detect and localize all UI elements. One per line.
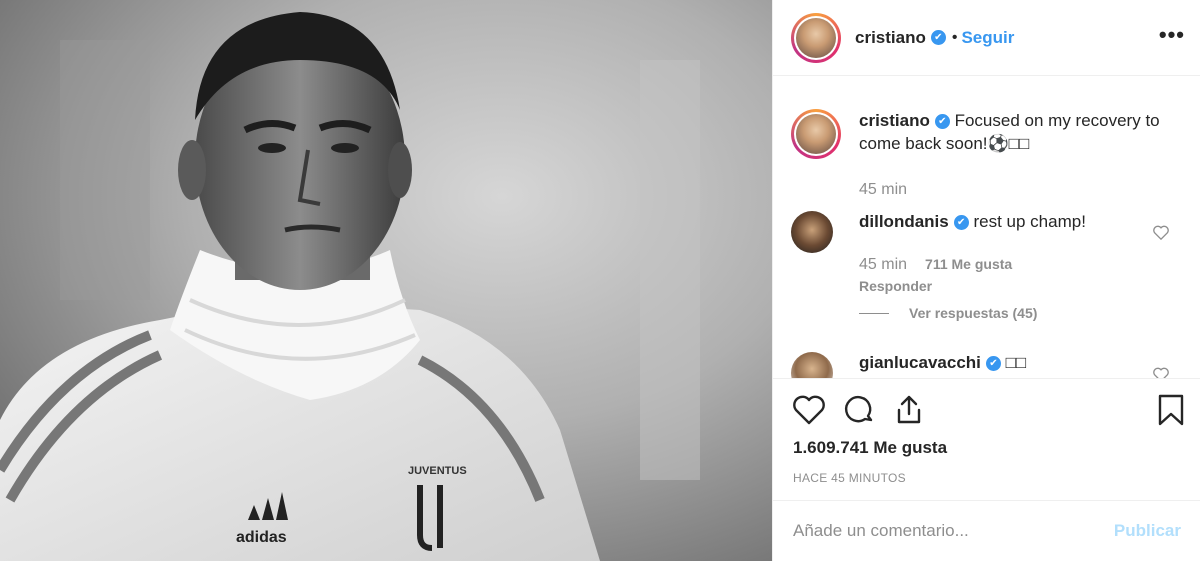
comment-username[interactable]: dillondanis (859, 212, 949, 231)
post-timestamp[interactable]: HACE 45 MINUTOS (793, 471, 906, 485)
caption-text: cristiano ✔ Focused on my recovery to com… (859, 109, 1179, 159)
add-comment-bar: Publicar (773, 500, 1200, 561)
separator-dot: • (951, 28, 958, 46)
author-username[interactable]: cristiano (855, 28, 926, 48)
share-icon[interactable] (891, 392, 927, 428)
post-side-panel: cristiano ✔ • Seguir ••• cristiano ✔ Focu… (772, 0, 1200, 561)
comment-avatar[interactable] (791, 211, 833, 253)
verified-badge-icon: ✔ (930, 30, 946, 45)
comment-text: rest up champ! (973, 212, 1086, 231)
comment-body: gianlucavacchi ✔ □□ (859, 352, 1027, 378)
follow-button[interactable]: Seguir (961, 28, 1014, 48)
reply-button[interactable]: Responder (859, 278, 932, 294)
comment-username[interactable]: gianlucavacchi (859, 353, 981, 372)
view-replies-label: Ver respuestas (45) (909, 305, 1038, 321)
heart-icon[interactable] (791, 392, 827, 428)
adidas-wordmark: adidas (236, 529, 287, 546)
author-avatar[interactable] (791, 12, 841, 63)
author-avatar-image (796, 17, 836, 58)
comment-item: dillondanis ✔ rest up champ! (791, 211, 1200, 253)
view-replies-button[interactable]: Ver respuestas (45) (859, 305, 1037, 321)
comment-like-heart-icon[interactable] (1153, 367, 1169, 379)
caption-avatar[interactable] (791, 109, 841, 159)
comments-list[interactable]: cristiano ✔ Focused on my recovery to com… (773, 77, 1200, 379)
caption-verified-icon: ✔ (934, 114, 950, 130)
post-photo[interactable]: JUVENTUS adidas (0, 0, 772, 561)
comment-avatar[interactable] (791, 352, 833, 378)
comment-meta: 45 min 711 Me gusta (859, 256, 1012, 274)
comment-item: gianlucavacchi ✔ □□ (791, 352, 1200, 378)
player-photo-illustration: JUVENTUS adidas (0, 0, 772, 561)
publish-button[interactable]: Publicar (1114, 521, 1181, 541)
comment-like-heart-icon[interactable] (1153, 225, 1169, 240)
comment-input[interactable] (793, 521, 1114, 541)
caption-time[interactable]: 45 min (859, 181, 907, 199)
comment-icon[interactable] (841, 392, 877, 428)
bookmark-icon[interactable] (1156, 392, 1186, 428)
view-replies-line (859, 312, 889, 314)
caption-avatar-image (796, 114, 836, 154)
comment-likes[interactable]: 711 Me gusta (925, 256, 1012, 272)
comment-time[interactable]: 45 min (859, 256, 907, 274)
post-actions (791, 392, 1186, 428)
comment-text: □□ (1005, 353, 1027, 372)
post-caption: cristiano ✔ Focused on my recovery to com… (791, 109, 1179, 159)
post-header: cristiano ✔ • Seguir ••• (773, 0, 1200, 76)
comment-body: dillondanis ✔ rest up champ! (859, 211, 1086, 253)
likes-count[interactable]: 1.609.741 Me gusta (793, 438, 947, 458)
jersey-crest-text: JUVENTUS (408, 465, 467, 477)
more-options-icon[interactable]: ••• (1159, 22, 1185, 48)
caption-username[interactable]: cristiano (859, 111, 930, 130)
comment-verified-icon: ✔ (953, 215, 969, 231)
comment-verified-icon: ✔ (985, 356, 1001, 372)
